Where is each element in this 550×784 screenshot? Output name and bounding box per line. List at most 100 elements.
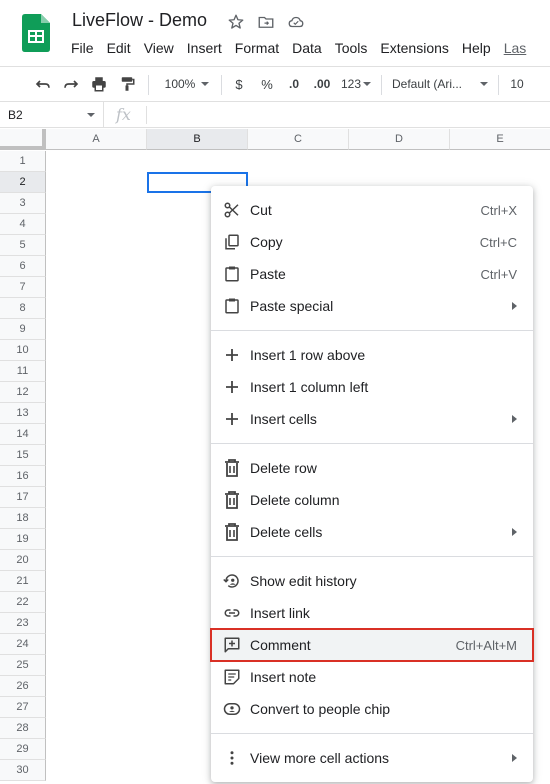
row-header-25[interactable]: 25 — [0, 655, 46, 676]
menu-item-label: Insert 1 column left — [250, 379, 369, 395]
row-header-19[interactable]: 19 — [0, 529, 46, 550]
row-header-3[interactable]: 3 — [0, 193, 46, 214]
row-header-13[interactable]: 13 — [0, 403, 46, 424]
row-header-14[interactable]: 14 — [0, 424, 46, 445]
menu-item-label: Cut — [250, 202, 272, 218]
document-title[interactable]: LiveFlow - Demo — [72, 10, 207, 31]
trash-icon — [223, 459, 241, 477]
undo-icon[interactable] — [33, 67, 53, 101]
menu-bar: File Edit View Insert Format Data Tools … — [71, 40, 526, 56]
increase-decimal-button[interactable]: .00 — [310, 67, 334, 101]
row-header-23[interactable]: 23 — [0, 613, 46, 634]
link-icon — [223, 604, 241, 622]
menu-item-label: Delete row — [250, 460, 317, 476]
zoom-value: 100% — [164, 77, 196, 91]
menu-item-copy[interactable]: Copy Ctrl+C — [211, 226, 533, 258]
row-header-9[interactable]: 9 — [0, 319, 46, 340]
column-header-a[interactable]: A — [46, 129, 147, 150]
menu-view[interactable]: View — [144, 40, 174, 56]
move-folder-icon[interactable] — [256, 12, 276, 32]
column-header-c[interactable]: C — [248, 129, 349, 150]
menu-item-insert-column-left[interactable]: Insert 1 column left — [211, 371, 533, 403]
row-header-26[interactable]: 26 — [0, 676, 46, 697]
row-header-18[interactable]: 18 — [0, 508, 46, 529]
row-header-15[interactable]: 15 — [0, 445, 46, 466]
menu-edit[interactable]: Edit — [107, 40, 131, 56]
row-header-27[interactable]: 27 — [0, 697, 46, 718]
column-header-b[interactable]: B — [147, 129, 248, 150]
star-icon[interactable] — [226, 12, 246, 32]
row-header-10[interactable]: 10 — [0, 340, 46, 361]
menu-help[interactable]: Help — [462, 40, 491, 56]
menu-item-delete-cells[interactable]: Delete cells — [211, 516, 533, 548]
menu-extensions[interactable]: Extensions — [380, 40, 448, 56]
menu-item-delete-row[interactable]: Delete row — [211, 452, 533, 484]
row-header-5[interactable]: 5 — [0, 235, 46, 256]
row-header-16[interactable]: 16 — [0, 466, 46, 487]
formula-separator — [146, 106, 147, 124]
row-header-8[interactable]: 8 — [0, 298, 46, 319]
menu-divider — [211, 443, 533, 444]
menu-file[interactable]: File — [71, 40, 94, 56]
menu-item-view-more-cell-actions[interactable]: View more cell actions — [211, 742, 533, 774]
chevron-down-icon — [201, 82, 210, 86]
redo-icon[interactable] — [61, 67, 81, 101]
row-header-30[interactable]: 30 — [0, 760, 46, 781]
font-family-select[interactable]: Default (Ari... — [392, 67, 488, 101]
chevron-down-icon — [480, 82, 488, 86]
menu-item-label: Paste special — [250, 298, 334, 314]
row-header-2[interactable]: 2 — [0, 172, 46, 193]
menu-insert[interactable]: Insert — [187, 40, 222, 56]
menu-item-label: Comment — [250, 637, 311, 653]
font-family-value: Default (Ari... — [392, 77, 463, 91]
column-header-d[interactable]: D — [349, 129, 450, 150]
menu-item-delete-column[interactable]: Delete column — [211, 484, 533, 516]
column-header-e[interactable]: E — [450, 129, 550, 150]
percent-format-button[interactable]: % — [258, 67, 276, 101]
menu-item-paste-special[interactable]: Paste special — [211, 290, 533, 322]
submenu-arrow-icon — [512, 415, 517, 423]
menu-item-insert-cells[interactable]: Insert cells — [211, 403, 533, 435]
menu-item-show-edit-history[interactable]: Show edit history — [211, 565, 533, 597]
row-header-1[interactable]: 1 — [0, 151, 46, 172]
shortcut-label: Ctrl+V — [480, 267, 517, 282]
function-icon: fx — [116, 105, 131, 124]
menu-item-insert-link[interactable]: Insert link — [211, 597, 533, 629]
last-edit-link[interactable]: Las — [504, 40, 527, 56]
menu-format[interactable]: Format — [235, 40, 279, 56]
row-header-11[interactable]: 11 — [0, 361, 46, 382]
menu-item-convert-to-people-chip[interactable]: Convert to people chip — [211, 693, 533, 725]
print-icon[interactable] — [89, 67, 109, 101]
zoom-select[interactable]: 100% — [160, 67, 214, 101]
menu-item-cut[interactable]: Cut Ctrl+X — [211, 194, 533, 226]
shortcut-label: Ctrl+X — [480, 203, 517, 218]
row-header-24[interactable]: 24 — [0, 634, 46, 655]
row-header-4[interactable]: 4 — [0, 214, 46, 235]
cloud-status-icon[interactable] — [286, 12, 306, 32]
row-header-28[interactable]: 28 — [0, 718, 46, 739]
sheets-logo-icon[interactable] — [22, 14, 50, 52]
decrease-decimal-button[interactable]: .0 — [284, 67, 304, 101]
menu-item-paste[interactable]: Paste Ctrl+V — [211, 258, 533, 290]
menu-divider — [211, 556, 533, 557]
row-header-7[interactable]: 7 — [0, 277, 46, 298]
menu-item-insert-row-above[interactable]: Insert 1 row above — [211, 339, 533, 371]
menu-item-comment[interactable]: Comment Ctrl+Alt+M — [210, 628, 534, 662]
row-header-6[interactable]: 6 — [0, 256, 46, 277]
row-header-21[interactable]: 21 — [0, 571, 46, 592]
paint-format-icon[interactable] — [117, 67, 137, 101]
more-formats-button[interactable]: 123 — [339, 67, 373, 101]
more-formats-label: 123 — [340, 77, 362, 91]
currency-format-button[interactable]: $ — [231, 67, 247, 101]
name-box[interactable]: B2 — [0, 102, 104, 128]
menu-tools[interactable]: Tools — [335, 40, 368, 56]
row-header-12[interactable]: 12 — [0, 382, 46, 403]
font-size-input[interactable]: 10 — [506, 67, 528, 101]
row-header-17[interactable]: 17 — [0, 487, 46, 508]
row-header-22[interactable]: 22 — [0, 592, 46, 613]
menu-item-insert-note[interactable]: Insert note — [211, 661, 533, 693]
menu-data[interactable]: Data — [292, 40, 322, 56]
select-all-corner[interactable] — [0, 129, 46, 150]
row-header-20[interactable]: 20 — [0, 550, 46, 571]
row-header-29[interactable]: 29 — [0, 739, 46, 760]
